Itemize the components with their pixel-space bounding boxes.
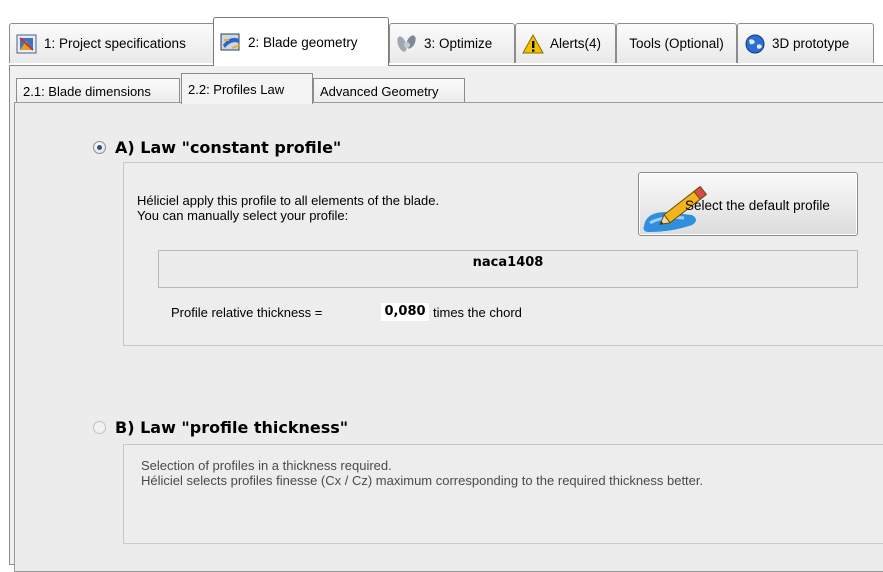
subtab-label: Advanced Geometry (320, 83, 439, 99)
thickness-unit-label: times the chord (433, 305, 522, 320)
section-a-title: A) Law "constant profile" (115, 138, 342, 157)
tab-label: 1: Project specifications (44, 36, 186, 51)
tab-optimize[interactable]: 3: Optimize (389, 23, 515, 63)
tab-3d-prototype[interactable]: 3D prototype (737, 23, 874, 63)
thickness-value-field[interactable]: 0,080 (380, 302, 430, 322)
tab-label: 3D prototype (772, 36, 850, 51)
subtab-advanced-geometry[interactable]: Advanced Geometry (313, 78, 465, 103)
tab-label: 3: Optimize (424, 36, 493, 51)
warning-icon (522, 33, 544, 55)
project-icon (16, 33, 38, 55)
tab-alerts[interactable]: Alerts(4) (515, 23, 616, 63)
main-tab-strip: 1: Project specifications 2: Blade geome… (0, 0, 883, 66)
select-default-profile-button[interactable]: Select the default profile (638, 172, 858, 236)
subtab-blade-dimensions[interactable]: 2.1: Blade dimensions (16, 78, 180, 103)
subtab-profiles-law[interactable]: 2.2: Profiles Law (181, 73, 313, 104)
select-default-profile-label: Select the default profile (685, 198, 830, 213)
tab-label: Tools (Optional) (629, 36, 724, 51)
profile-name-display: naca1408 (158, 250, 858, 288)
radio-profile-thickness[interactable] (93, 421, 106, 434)
tab-project-specifications[interactable]: 1: Project specifications (9, 23, 215, 63)
law-constant-profile-option[interactable]: A) Law "constant profile" (93, 138, 341, 157)
thickness-label: Profile relative thickness = (171, 305, 323, 320)
tab-label: Alerts(4) (550, 36, 602, 51)
tab-blade-geometry[interactable]: 2: Blade geometry (213, 17, 389, 66)
section-b-description-line1: Selection of profiles in a thickness req… (141, 458, 392, 473)
subtab-label: 2.1: Blade dimensions (23, 83, 151, 99)
section-b-title: B) Law "profile thickness" (115, 418, 349, 437)
section-a-description-line2: You can manually select your profile: (137, 208, 349, 223)
blade-icon (220, 31, 242, 53)
section-a-description-line1: Héliciel apply this profile to all eleme… (137, 193, 440, 208)
tab-label: 2: Blade geometry (248, 34, 358, 50)
law-profile-thickness-option[interactable]: B) Law "profile thickness" (93, 418, 348, 437)
subtab-label: 2.2: Profiles Law (188, 81, 285, 97)
optimize-icon (396, 33, 418, 55)
section-b-description-line2: Héliciel selects profiles finesse (Cx / … (141, 473, 704, 488)
radio-constant-profile[interactable] (93, 141, 106, 154)
globe-icon (744, 33, 766, 55)
tab-tools[interactable]: Tools (Optional) (616, 23, 737, 63)
